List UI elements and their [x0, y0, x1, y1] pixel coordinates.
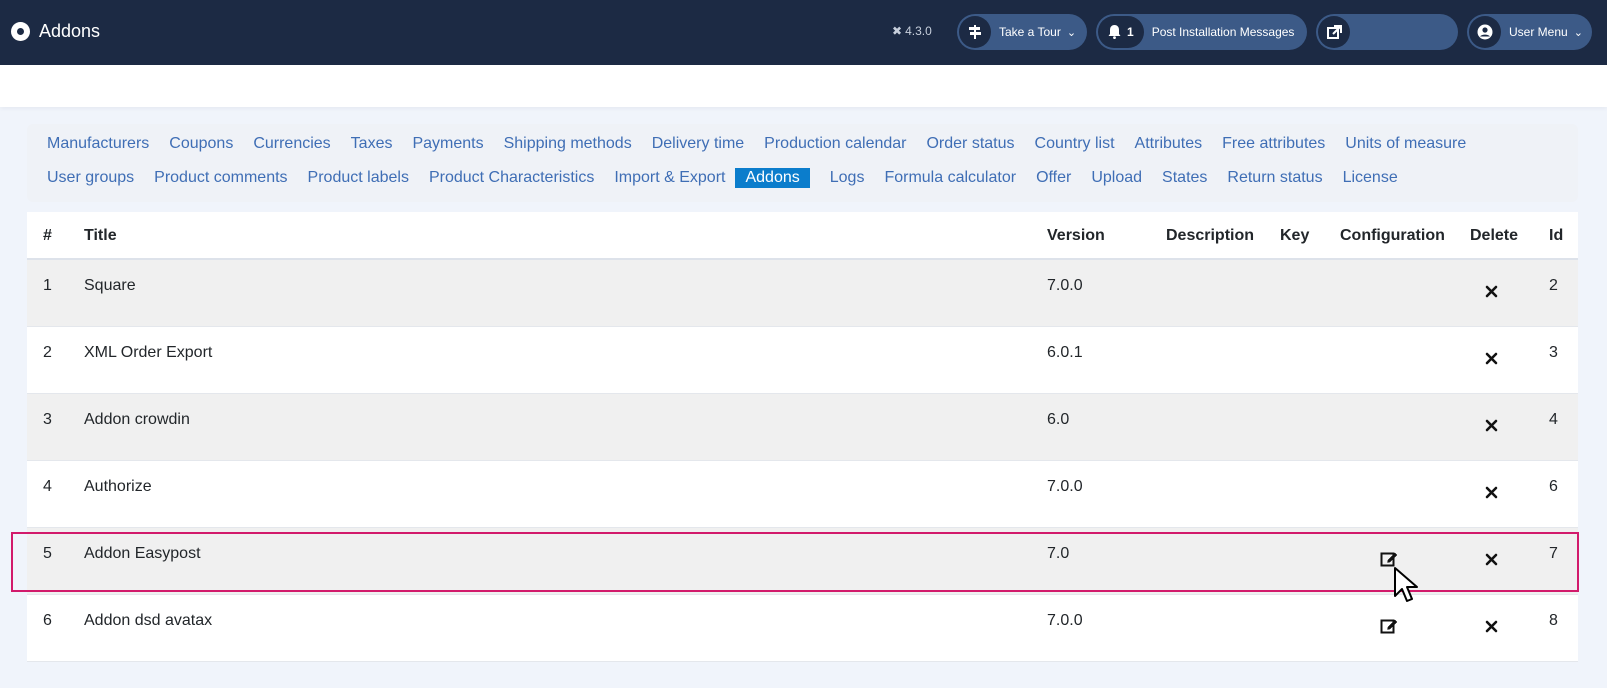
header-key: Key — [1280, 227, 1310, 244]
row-id: 6 — [1549, 478, 1558, 495]
row-version: 6.0 — [1047, 411, 1070, 428]
row-num: 2 — [43, 344, 52, 361]
submenu-link-coupons[interactable]: Coupons — [169, 134, 233, 154]
addons-table: # Title Version Description Key Configur… — [27, 212, 1578, 662]
bell-icon — [1108, 25, 1121, 39]
row-highlight — [11, 532, 1579, 592]
submenu-link-country-list[interactable]: Country list — [1035, 134, 1115, 154]
submenu-link-free-attributes[interactable]: Free attributes — [1222, 134, 1325, 154]
external-link-icon — [1318, 16, 1350, 48]
edit-icon[interactable] — [1380, 617, 1398, 640]
bell-container: 1 — [1098, 16, 1144, 48]
header-version[interactable]: Version — [1047, 227, 1105, 245]
header-id[interactable]: Id — [1549, 227, 1563, 245]
version-label: 4.3.0 — [905, 24, 932, 38]
submenu-link-product-characteristics[interactable]: Product Characteristics — [429, 168, 594, 188]
header-description: Description — [1166, 227, 1255, 244]
submenu-link-units-of-measure[interactable]: Units of measure — [1345, 134, 1466, 154]
submenu-link-offer[interactable]: Offer — [1036, 168, 1071, 188]
submenu-link-taxes[interactable]: Taxes — [351, 134, 393, 154]
submenu-link-formula-calculator[interactable]: Formula calculator — [884, 168, 1016, 188]
submenu-row-2: User groups Product comments Product label… — [47, 168, 1418, 188]
submenu-link-states[interactable]: States — [1162, 168, 1207, 188]
row-id: 8 — [1549, 612, 1558, 629]
post-label: Post Installation Messages — [1151, 25, 1295, 39]
row-num: 4 — [43, 478, 52, 495]
mouse-cursor-icon — [1393, 566, 1423, 611]
chevron-down-icon: ⌄ — [1066, 26, 1077, 39]
submenu: Manufacturers Coupons Currencies Taxes Payme… — [27, 124, 1578, 202]
row-num: 6 — [43, 612, 52, 629]
table-row: 4 Authorize 7.0.0 6 — [27, 461, 1578, 528]
user-menu-button[interactable]: User Menu ⌄ — [1467, 14, 1592, 50]
header-delete: Delete — [1470, 227, 1519, 244]
post-installation-messages-button[interactable]: 1 Post Installation Messages — [1096, 14, 1307, 50]
submenu-link-upload[interactable]: Upload — [1091, 168, 1142, 188]
post-count: 1 — [1127, 25, 1134, 39]
toolbar — [0, 65, 1607, 107]
joomla-small-icon: ✖ — [892, 24, 903, 38]
submenu-link-order-status[interactable]: Order status — [926, 134, 1014, 154]
row-version: 6.0.1 — [1047, 344, 1083, 361]
submenu-link-currencies[interactable]: Currencies — [253, 134, 330, 154]
submenu-link-license[interactable]: License — [1343, 168, 1398, 188]
submenu-link-logs[interactable]: Logs — [830, 168, 865, 188]
top-header: Addons ✖ 4.3.0 Take a Tour ⌄ 1 Post Inst… — [0, 0, 1607, 65]
header-configuration: Configuration — [1340, 227, 1445, 244]
submenu-link-production-calendar[interactable]: Production calendar — [764, 134, 906, 154]
submenu-link-return-status[interactable]: Return status — [1227, 168, 1322, 188]
close-icon[interactable] — [1485, 620, 1498, 637]
submenu-link-addons[interactable]: Addons — [735, 168, 810, 188]
user-circle-icon — [1469, 16, 1501, 48]
view-site-button[interactable] — [1316, 14, 1458, 50]
submenu-link-import-export[interactable]: Import & Export — [614, 168, 725, 188]
header-title[interactable]: Title — [84, 227, 117, 245]
close-icon[interactable] — [1485, 285, 1498, 302]
table-body: 1 Square 7.0.0 2 2 XML Order Export 6.0.1 3 3 Add… — [27, 260, 1578, 662]
chevron-down-icon: ⌄ — [1573, 26, 1583, 39]
take-a-tour-button[interactable]: Take a Tour ⌄ — [957, 14, 1087, 50]
close-icon[interactable] — [1485, 352, 1498, 369]
table-row: 3 Addon crowdin 6.0 4 — [27, 394, 1578, 461]
row-num: 1 — [43, 277, 52, 294]
row-id: 3 — [1549, 344, 1558, 361]
brand: Addons — [11, 21, 100, 42]
signpost-icon — [959, 16, 991, 48]
submenu-link-user-groups[interactable]: User groups — [47, 168, 134, 188]
submenu-link-shipping-methods[interactable]: Shipping methods — [504, 134, 632, 154]
user-menu-label: User Menu — [1509, 25, 1568, 39]
row-title[interactable]: Addon crowdin — [84, 411, 190, 429]
close-icon[interactable] — [1485, 486, 1498, 503]
row-num: 3 — [43, 411, 52, 428]
joomla-logo-icon — [11, 22, 30, 41]
table-row: 1 Square 7.0.0 2 — [27, 260, 1578, 327]
tour-label: Take a Tour — [999, 25, 1061, 39]
row-title[interactable]: Authorize — [84, 478, 152, 496]
row-title[interactable]: Addon dsd avatax — [84, 612, 212, 630]
submenu-link-payments[interactable]: Payments — [412, 134, 483, 154]
close-icon[interactable] — [1485, 419, 1498, 436]
submenu-link-manufacturers[interactable]: Manufacturers — [47, 134, 149, 154]
row-title[interactable]: Square — [84, 277, 136, 295]
table-row: 6 Addon dsd avatax 7.0.0 8 — [27, 595, 1578, 662]
submenu-link-product-labels[interactable]: Product labels — [308, 168, 409, 188]
table-header: # Title Version Description Key Configur… — [27, 212, 1578, 260]
row-title[interactable]: XML Order Export — [84, 344, 212, 362]
submenu-link-delivery-time[interactable]: Delivery time — [652, 134, 744, 154]
version-badge: ✖ 4.3.0 — [892, 24, 932, 38]
header-num[interactable]: # — [43, 227, 52, 245]
row-id: 4 — [1549, 411, 1558, 428]
row-version: 7.0.0 — [1047, 478, 1083, 495]
table-row: 2 XML Order Export 6.0.1 3 — [27, 327, 1578, 394]
row-id: 2 — [1549, 277, 1558, 294]
row-version: 7.0.0 — [1047, 612, 1083, 629]
submenu-row-1: Manufacturers Coupons Currencies Taxes Payme… — [47, 134, 1486, 154]
page-title: Addons — [39, 21, 101, 41]
row-version: 7.0.0 — [1047, 277, 1083, 294]
submenu-link-attributes[interactable]: Attributes — [1135, 134, 1203, 154]
submenu-link-product-comments[interactable]: Product comments — [154, 168, 287, 188]
